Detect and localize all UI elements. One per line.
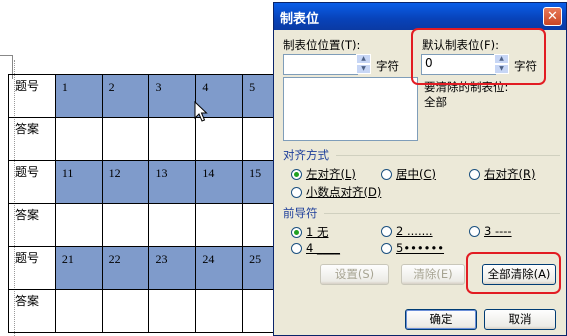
radio-icon <box>381 168 392 180</box>
row-label: 答案 <box>8 117 56 161</box>
radio-align-right[interactable]: 右对齐(R) <box>469 166 535 182</box>
tab-position-spinner[interactable]: ▲ ▼ <box>356 54 371 74</box>
radio-selected-icon <box>291 168 302 180</box>
table-cell[interactable] <box>148 203 197 247</box>
ok-button[interactable]: 确定 <box>405 309 477 330</box>
radio-icon <box>291 242 302 254</box>
cancel-button[interactable]: 取消 <box>484 309 556 330</box>
table-cell[interactable] <box>148 289 197 333</box>
radio-align-left[interactable]: 左对齐(L) <box>291 166 356 182</box>
spin-down-icon[interactable]: ▼ <box>356 64 371 74</box>
table-cell[interactable]: 11 <box>54 160 103 204</box>
table-cell[interactable] <box>195 289 244 333</box>
row-label: 题号 <box>8 160 56 204</box>
table-cell[interactable] <box>195 203 244 247</box>
table-cell[interactable] <box>101 117 150 161</box>
table-row: 题号 21 22 23 24 25 <box>8 246 290 290</box>
row-label: 题号 <box>8 74 56 118</box>
close-button[interactable]: ✕ <box>543 7 562 26</box>
table-row: 答案 <box>8 203 290 247</box>
close-icon: ✕ <box>547 9 558 24</box>
table-cell[interactable] <box>101 289 150 333</box>
table-row: 题号 11 12 13 14 15 <box>8 160 290 204</box>
radio-label: 小数点对齐(D) <box>306 185 382 199</box>
table-cell[interactable]: 3 <box>148 74 197 118</box>
row-label: 题号 <box>8 246 56 290</box>
alignment-heading: 对齐方式 <box>283 148 329 162</box>
radio-icon <box>381 242 392 254</box>
radio-selected-icon <box>291 226 302 238</box>
set-button[interactable]: 设置(S) <box>320 264 389 285</box>
radio-leader-dashes[interactable]: 3 ---- <box>469 224 512 238</box>
callout-clear-all <box>466 252 561 294</box>
radio-label: 5•••••• <box>396 241 445 255</box>
row-label: 答案 <box>8 289 56 333</box>
radio-icon <box>469 168 480 180</box>
answer-table: 题号 1 2 3 4 5 答案 题号 11 12 13 14 15 答案 题号 … <box>8 74 290 333</box>
table-cell[interactable] <box>54 117 103 161</box>
table-cell[interactable]: 21 <box>54 246 103 290</box>
tab-position-label: 制表位位置(T): <box>283 38 361 52</box>
radio-label: 4 ____ <box>306 241 340 255</box>
table-cell[interactable]: 23 <box>148 246 197 290</box>
table-cell[interactable]: 13 <box>148 160 197 204</box>
radio-align-center[interactable]: 居中(C) <box>381 166 436 182</box>
radio-label: 右对齐(R) <box>484 167 536 181</box>
divider <box>336 155 560 156</box>
tabs-to-clear-value: 全部 <box>424 95 447 109</box>
radio-icon <box>381 225 392 237</box>
dialog-title: 制表位 <box>280 12 320 27</box>
table-cell[interactable]: 14 <box>195 160 244 204</box>
table-row: 题号 1 2 3 4 5 <box>8 74 290 118</box>
unit-label: 字符 <box>376 59 399 73</box>
table-cell[interactable] <box>54 289 103 333</box>
radio-leader-dots[interactable]: 2 ....... <box>381 224 433 238</box>
table-cell[interactable] <box>101 203 150 247</box>
leader-heading: 前导符 <box>283 206 318 220</box>
table-row: 答案 <box>8 289 290 333</box>
clear-button[interactable]: 清除(E) <box>401 264 465 285</box>
document-area: 题号 1 2 3 4 5 答案 题号 11 12 13 14 15 答案 题号 … <box>0 0 290 336</box>
tab-stop-list[interactable] <box>283 77 418 141</box>
spin-up-icon[interactable]: ▲ <box>356 54 371 64</box>
table-cell[interactable]: 24 <box>195 246 244 290</box>
row-label: 答案 <box>8 203 56 247</box>
radio-label: 2 ....... <box>396 224 433 238</box>
radio-label: 3 ---- <box>484 224 512 238</box>
mouse-pointer-icon <box>194 101 208 122</box>
table-cell[interactable] <box>195 117 244 161</box>
divider <box>324 213 560 214</box>
table-cell[interactable]: 22 <box>101 246 150 290</box>
radio-leader-underline[interactable]: 4 ____ <box>291 241 340 255</box>
table-cell[interactable] <box>54 203 103 247</box>
table-cell[interactable]: 12 <box>101 160 150 204</box>
table-cell[interactable]: 1 <box>54 74 103 118</box>
radio-label: 居中(C) <box>396 167 437 181</box>
margin-mark <box>0 55 13 56</box>
radio-icon <box>291 186 302 198</box>
table-cell[interactable] <box>148 117 197 161</box>
radio-leader-none[interactable]: 1 无 <box>291 224 328 240</box>
callout-default-tab <box>411 28 546 85</box>
radio-label: 左对齐(L) <box>306 167 356 181</box>
tab-position-input[interactable] <box>283 54 358 75</box>
radio-leader-bullets[interactable]: 5•••••• <box>381 241 444 255</box>
table-row: 答案 <box>8 117 290 161</box>
radio-align-decimal[interactable]: 小数点对齐(D) <box>291 184 381 200</box>
radio-label: 1 无 <box>306 225 329 239</box>
dialog-title-bar[interactable]: 制表位 ✕ <box>274 3 566 30</box>
table-cell[interactable]: 2 <box>101 74 150 118</box>
radio-icon <box>469 225 480 237</box>
